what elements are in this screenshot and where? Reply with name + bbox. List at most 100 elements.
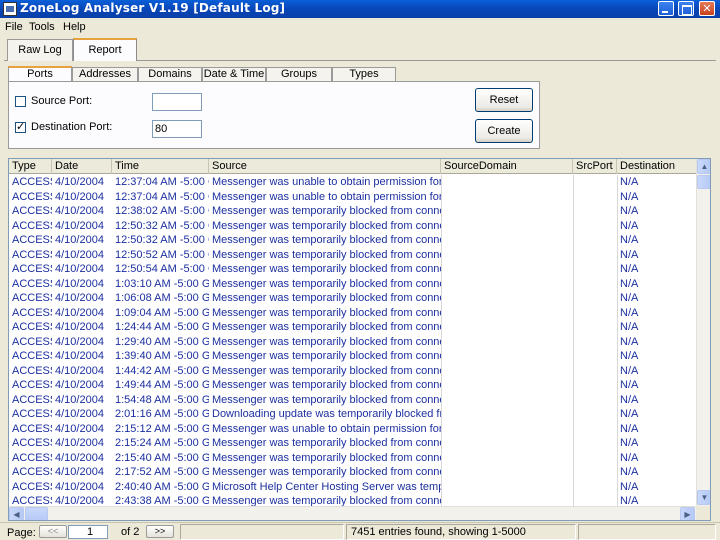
scrollbar-corner	[696, 506, 710, 520]
subtab-domains[interactable]: Domains	[138, 67, 202, 82]
cell-date: 4/10/2004	[55, 364, 104, 377]
table-row[interactable]: ACCESS4/10/2004 12:37:04 AM -5:00 GMTMess…	[9, 190, 696, 205]
table-row[interactable]: ACCESS4/10/2004 2:17:52 AM -5:00 GMTMesse…	[9, 465, 696, 480]
cell-src-port	[573, 248, 617, 263]
destination-port-checkbox[interactable]	[15, 120, 26, 133]
table-row[interactable]: ACCESS4/10/2004 12:38:02 AM -5:00 GMTMess…	[9, 204, 696, 219]
table-row[interactable]: ACCESS4/10/2004 1:39:40 AM -5:00 GMTMesse…	[9, 349, 696, 364]
cell-type: ACCESS	[12, 219, 52, 232]
table-row[interactable]: ACCESS4/10/2004 1:03:10 AM -5:00 GMTMesse…	[9, 277, 696, 292]
cell-type: ACCESS	[12, 466, 52, 478]
cell-type: ACCESS	[12, 205, 52, 217]
subtab-addresses[interactable]: Addresses	[72, 67, 138, 82]
cell-date: 4/10/2004	[55, 263, 104, 275]
table-row[interactable]: ACCESS4/10/2004 12:50:32 AM -5:00 GMTMess…	[9, 233, 696, 248]
cell-type: ACCESS	[12, 379, 52, 391]
table-row[interactable]: ACCESS4/10/2004 2:01:16 AM -5:00 GMTDownl…	[9, 407, 696, 422]
table-row[interactable]: ACCESS4/10/2004 1:29:40 AM -5:00 GMTMesse…	[9, 335, 696, 350]
create-button[interactable]: Create	[475, 119, 533, 143]
cell-time: 1:44:42 AM -5:00 GMT	[115, 364, 209, 377]
cell-destination: N/A	[620, 466, 639, 478]
table-row[interactable]: ACCESS4/10/2004 1:49:44 AM -5:00 GMTMesse…	[9, 378, 696, 393]
cell-source: Messenger was temporarily blocked from c…	[212, 306, 441, 319]
cell-time: 1:39:40 AM -5:00 GMT	[115, 350, 209, 362]
prev-page-button[interactable]: <<	[39, 525, 67, 538]
next-page-button[interactable]: >>	[146, 525, 174, 538]
scroll-left-icon[interactable]: ◀	[9, 507, 24, 520]
horizontal-scroll-thumb[interactable]	[25, 507, 48, 520]
vertical-scrollbar[interactable]: ▲ ▼	[696, 159, 710, 506]
table-row[interactable]: ACCESS4/10/2004 2:15:40 AM -5:00 GMTMesse…	[9, 451, 696, 466]
column-header-type[interactable]: Type	[9, 159, 52, 174]
source-port-label: Source Port:	[31, 95, 93, 107]
scroll-up-icon[interactable]: ▲	[697, 159, 710, 174]
cell-source: Messenger was temporarily blocked from c…	[212, 277, 441, 290]
cell-src-port	[573, 190, 617, 205]
cell-source: Messenger was unable to obtain permissio…	[212, 190, 441, 203]
tab-report[interactable]: Report	[73, 38, 137, 61]
table-row[interactable]: ACCESS4/10/2004 2:15:24 AM -5:00 GMTMesse…	[9, 436, 696, 451]
menu-file[interactable]: File	[5, 21, 23, 33]
cell-src-port	[573, 219, 617, 234]
tab-raw-log[interactable]: Raw Log	[7, 39, 73, 61]
menu-tools[interactable]: Tools	[29, 21, 55, 33]
cell-date: 4/10/2004	[55, 277, 104, 290]
column-header-src-port[interactable]: SrcPort	[573, 159, 617, 174]
vertical-scroll-thumb[interactable]	[697, 175, 710, 189]
table-row[interactable]: ACCESS4/10/2004 1:06:08 AM -5:00 GMTMesse…	[9, 291, 696, 306]
reset-button[interactable]: Reset	[475, 88, 533, 112]
cell-type: ACCESS	[12, 335, 52, 348]
table-row[interactable]: ACCESS4/10/2004 2:40:40 AM -5:00 GMTMicro…	[9, 480, 696, 495]
cell-date: 4/10/2004	[55, 190, 104, 203]
subtab-groups[interactable]: Groups	[266, 67, 332, 82]
cell-date: 4/10/2004	[55, 234, 104, 246]
cell-src-port	[573, 378, 617, 393]
subtab-date-time[interactable]: Date & Time	[202, 67, 266, 82]
close-button[interactable]: ✕	[699, 1, 715, 16]
column-header-date[interactable]: Date	[52, 159, 112, 174]
cell-destination: N/A	[620, 277, 639, 290]
cell-destination: N/A	[620, 321, 639, 333]
source-port-checkbox[interactable]	[15, 96, 26, 107]
cell-source: Messenger was temporarily blocked from c…	[212, 219, 441, 232]
cell-source-domain	[441, 204, 573, 219]
cell-date: 4/10/2004	[55, 321, 104, 333]
cell-destination: N/A	[620, 451, 639, 464]
subtab-types[interactable]: Types	[332, 67, 396, 82]
cell-src-port	[573, 175, 617, 190]
source-port-input[interactable]	[152, 93, 202, 111]
cell-source-domain	[441, 219, 573, 234]
cell-time: 2:01:16 AM -5:00 GMT	[115, 408, 209, 420]
cell-source-domain	[441, 378, 573, 393]
table-row[interactable]: ACCESS4/10/2004 1:54:48 AM -5:00 GMTMesse…	[9, 393, 696, 408]
table-row[interactable]: ACCESS4/10/2004 12:50:32 AM -5:00 GMTMess…	[9, 219, 696, 234]
table-row[interactable]: ACCESS4/10/2004 1:24:44 AM -5:00 GMTMesse…	[9, 320, 696, 335]
cell-src-port	[573, 262, 617, 277]
column-header-source-domain[interactable]: SourceDomain	[441, 159, 573, 174]
column-divider	[441, 175, 442, 507]
maximize-button[interactable]	[678, 1, 694, 16]
page-label: Page:	[7, 527, 36, 539]
cell-date: 4/10/2004	[55, 451, 104, 464]
cell-destination: N/A	[620, 176, 639, 188]
cell-src-port	[573, 349, 617, 364]
table-row[interactable]: ACCESS4/10/2004 1:09:04 AM -5:00 GMTMesse…	[9, 306, 696, 321]
table-row[interactable]: ACCESS4/10/2004 12:50:54 AM -5:00 GMTMess…	[9, 262, 696, 277]
scroll-down-icon[interactable]: ▼	[697, 490, 710, 505]
page-number-input[interactable]: 1	[68, 525, 108, 539]
table-row[interactable]: ACCESS4/10/2004 1:44:42 AM -5:00 GMTMesse…	[9, 364, 696, 379]
menu-help[interactable]: Help	[63, 21, 86, 33]
scroll-right-icon[interactable]: ▶	[680, 507, 695, 520]
destination-port-input[interactable]: 80	[152, 120, 202, 138]
cell-destination: N/A	[620, 350, 639, 362]
column-header-time[interactable]: Time	[112, 159, 209, 174]
table-row[interactable]: ACCESS4/10/2004 2:15:12 AM -5:00 GMTMesse…	[9, 422, 696, 437]
table-row[interactable]: ACCESS4/10/2004 12:50:52 AM -5:00 GMTMess…	[9, 248, 696, 263]
column-header-destination[interactable]: Destination	[617, 159, 696, 174]
minimize-button[interactable]	[658, 1, 674, 16]
subtab-ports[interactable]: Ports	[8, 66, 72, 82]
column-header-source[interactable]: Source	[209, 159, 441, 174]
horizontal-scrollbar[interactable]: ◀ ▶	[9, 506, 696, 520]
table-row[interactable]: ACCESS4/10/2004 12:37:04 AM -5:00 GMTMess…	[9, 175, 696, 190]
cell-src-port	[573, 407, 617, 422]
